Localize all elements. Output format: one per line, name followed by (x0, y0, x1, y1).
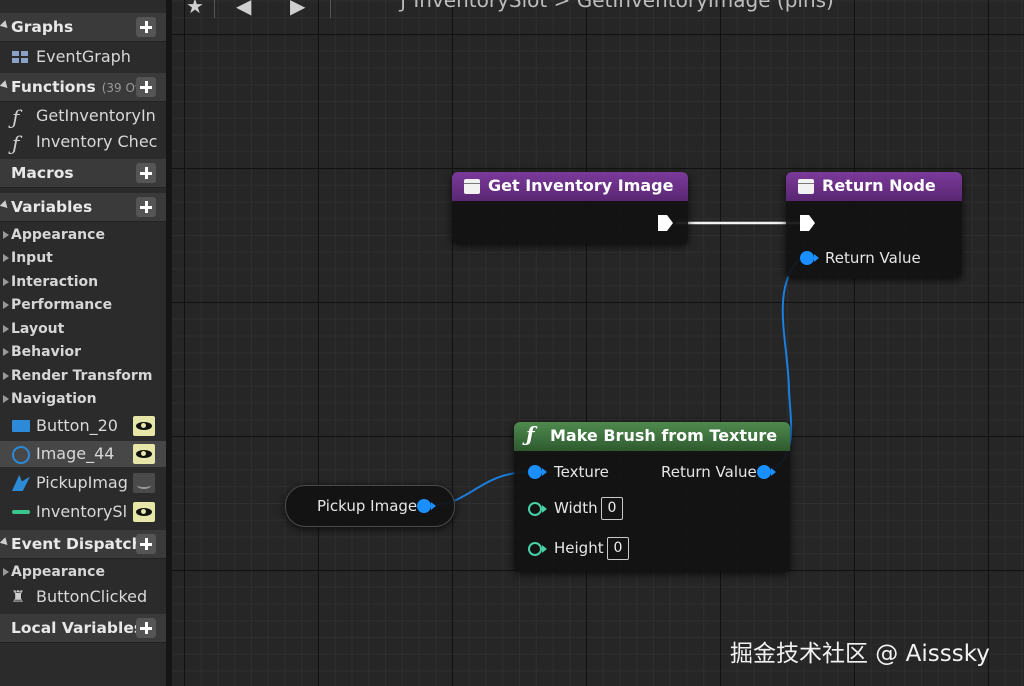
return-node-icon (798, 179, 814, 194)
node-title: Return Node (822, 176, 936, 195)
function-icon: ƒ (526, 422, 535, 446)
width-value-field[interactable]: 0 (601, 497, 623, 520)
height-input-pin[interactable] (528, 542, 547, 556)
make-brush-from-texture-node[interactable]: ƒ Make Brush from Texture Texture Return… (514, 422, 790, 572)
exec-output-pin[interactable] (658, 215, 673, 231)
height-value-field[interactable]: 0 (607, 537, 629, 560)
exec-input-pin[interactable] (800, 215, 815, 231)
pin-label: Return Value (825, 249, 921, 267)
pin-label: Height (554, 539, 604, 557)
pickup-image-output-pin[interactable] (417, 499, 436, 513)
variable-name: Pickup Image (317, 497, 418, 515)
node-title: Get Inventory Image (488, 176, 674, 195)
pin-label: Return Value (661, 463, 757, 481)
return-value-output-pin[interactable] (757, 465, 776, 479)
get-inventory-image-node[interactable]: Get Inventory Image (452, 172, 688, 244)
texture-input-pin[interactable] (528, 465, 547, 479)
node-title: Make Brush from Texture (550, 426, 778, 445)
wire-layer (431, 221, 801, 506)
watermark: 掘金技术社区 @ Aisssky (730, 641, 990, 667)
return-node[interactable]: Return Node Return Value (786, 172, 962, 278)
return-value-input-pin[interactable] (800, 251, 819, 265)
width-input-pin[interactable] (528, 502, 547, 516)
pin-label: Width (554, 499, 598, 517)
pin-label: Texture (554, 463, 609, 481)
function-entry-icon (464, 179, 480, 194)
pickup-image-getter-node[interactable]: Pickup Image (285, 485, 455, 527)
